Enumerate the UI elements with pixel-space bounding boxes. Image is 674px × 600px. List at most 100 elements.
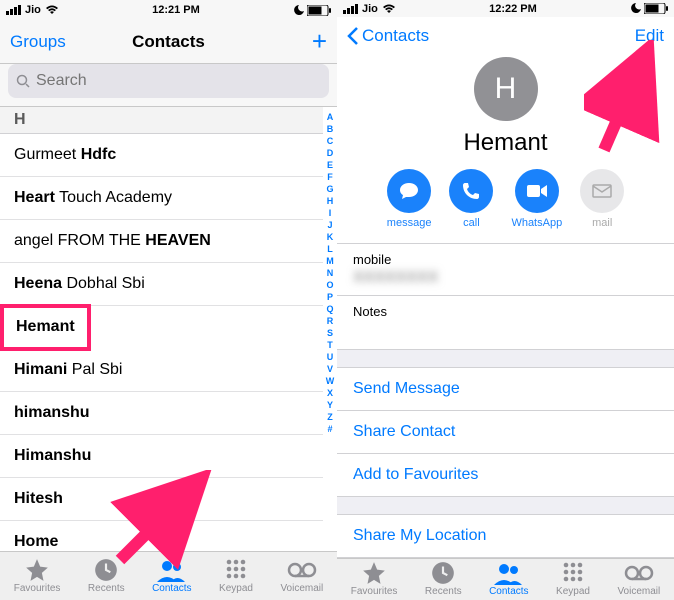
index-letter[interactable]: K — [327, 231, 334, 243]
phone-icon — [461, 181, 481, 201]
contact-row[interactable]: himanshu — [0, 392, 323, 435]
index-letter[interactable]: D — [327, 147, 334, 159]
index-letter[interactable]: T — [327, 339, 333, 351]
contact-row[interactable]: Heena Dobhal Sbi — [0, 263, 323, 306]
contacts-list[interactable]: HGurmeet HdfcHeart Touch Academyangel FR… — [0, 107, 323, 551]
edit-button[interactable]: Edit — [635, 26, 664, 46]
contact-detail-screen: Jio 12:22 PM Contacts Edit H Hemant mess… — [337, 0, 674, 600]
groups-button[interactable]: Groups — [10, 32, 66, 52]
carrier-label: Jio — [362, 3, 378, 15]
notes-cell[interactable]: Notes — [337, 296, 674, 350]
tab-favourites[interactable]: Favourites — [14, 558, 61, 594]
index-letter[interactable]: Z — [327, 411, 333, 423]
index-letter[interactable]: E — [327, 159, 333, 171]
video-icon — [526, 183, 548, 199]
share-contact-link[interactable]: Share Contact — [337, 411, 674, 454]
index-letter[interactable]: Q — [326, 303, 333, 315]
index-letter[interactable]: Y — [327, 399, 333, 411]
search-input[interactable] — [36, 72, 321, 90]
index-letter[interactable]: X — [327, 387, 333, 399]
contact-row[interactable]: Heart Touch Academy — [0, 177, 323, 220]
tab-favourites[interactable]: Favourites — [351, 561, 398, 597]
index-letter[interactable]: B — [327, 123, 334, 135]
notes-label: Notes — [353, 304, 658, 319]
index-letter[interactable]: A — [327, 111, 334, 123]
tab-voicemail[interactable]: Voicemail — [617, 561, 660, 597]
tab-recents[interactable]: Recents — [88, 558, 125, 594]
contact-header: H Hemant message call WhatsApp mail — [337, 55, 674, 243]
back-button[interactable]: Contacts — [347, 26, 429, 46]
tab-bar: Favourites Recents Contacts Keypad Voice… — [337, 558, 674, 600]
battery-icon — [307, 5, 331, 16]
tab-contacts[interactable]: Contacts — [489, 561, 528, 597]
tab-keypad[interactable]: Keypad — [219, 558, 253, 594]
wifi-icon — [382, 4, 396, 14]
contact-row[interactable]: Himanshu — [0, 435, 323, 478]
index-letter[interactable]: O — [326, 279, 333, 291]
index-letter[interactable]: F — [327, 171, 333, 183]
status-bar: Jio 12:21 PM — [0, 0, 337, 20]
index-letter[interactable]: J — [327, 219, 332, 231]
message-action[interactable]: message — [387, 169, 432, 229]
alpha-index[interactable]: ABCDEFGHIJKLMNOPQRSTUVWXYZ# — [323, 107, 337, 551]
add-favourites-link[interactable]: Add to Favourites — [337, 454, 674, 497]
status-bar: Jio 12:22 PM — [337, 0, 674, 17]
moon-icon — [293, 5, 304, 16]
search-field[interactable] — [8, 64, 329, 98]
index-letter[interactable]: R — [327, 315, 334, 327]
mobile-label: mobile — [353, 252, 658, 267]
contacts-icon — [494, 560, 524, 586]
index-letter[interactable]: P — [327, 291, 333, 303]
index-letter[interactable]: N — [327, 267, 334, 279]
index-letter[interactable]: H — [327, 195, 334, 207]
clock-icon — [93, 557, 119, 583]
mail-action[interactable]: mail — [580, 169, 624, 229]
page-title: Contacts — [80, 32, 257, 52]
index-letter[interactable]: I — [329, 207, 332, 219]
voicemail-icon — [624, 565, 654, 581]
index-letter[interactable]: U — [327, 351, 334, 363]
section-header: H — [0, 107, 323, 134]
share-location-link[interactable]: Share My Location — [337, 515, 674, 558]
section-gap — [337, 350, 674, 368]
status-time: 12:22 PM — [489, 3, 537, 15]
contacts-icon — [157, 557, 187, 583]
battery-icon — [644, 3, 668, 14]
index-letter[interactable]: V — [327, 363, 333, 375]
contact-row[interactable]: Hemant — [2, 306, 89, 349]
message-icon — [399, 181, 419, 201]
contact-row[interactable]: Home — [0, 521, 323, 551]
mobile-cell[interactable]: mobile XXXXXXXX — [337, 244, 674, 296]
tab-voicemail[interactable]: Voicemail — [280, 558, 323, 594]
index-letter[interactable]: S — [327, 327, 333, 339]
star-icon — [361, 560, 387, 586]
tab-contacts[interactable]: Contacts — [152, 558, 191, 594]
signal-icon — [343, 4, 358, 14]
wifi-icon — [45, 5, 59, 15]
signal-icon — [6, 5, 21, 15]
index-letter[interactable]: # — [327, 423, 332, 435]
contact-row[interactable]: angel FROM THE HEAVEN — [0, 220, 323, 263]
tab-bar: Favourites Recents Contacts Keypad Voice… — [0, 551, 337, 600]
index-letter[interactable]: W — [326, 375, 335, 387]
clock-icon — [430, 560, 456, 586]
send-message-link[interactable]: Send Message — [337, 368, 674, 411]
whatsapp-action[interactable]: WhatsApp — [511, 169, 562, 229]
index-letter[interactable]: M — [326, 255, 334, 267]
call-action[interactable]: call — [449, 169, 493, 229]
tab-keypad[interactable]: Keypad — [556, 561, 590, 597]
voicemail-icon — [287, 562, 317, 578]
keypad-icon — [561, 561, 585, 585]
contact-row[interactable]: Himani Pal Sbi — [0, 349, 323, 392]
index-letter[interactable]: C — [327, 135, 334, 147]
tab-recents[interactable]: Recents — [425, 561, 462, 597]
search-icon — [16, 74, 30, 88]
mobile-value: XXXXXXXX — [353, 269, 658, 287]
index-letter[interactable]: G — [326, 183, 333, 195]
contact-row[interactable]: Gurmeet Hdfc — [0, 134, 323, 177]
mail-icon — [592, 184, 612, 198]
status-time: 12:21 PM — [152, 4, 200, 16]
contact-row[interactable]: Hitesh — [0, 478, 323, 521]
index-letter[interactable]: L — [327, 243, 333, 255]
add-contact-button[interactable]: + — [312, 26, 327, 57]
